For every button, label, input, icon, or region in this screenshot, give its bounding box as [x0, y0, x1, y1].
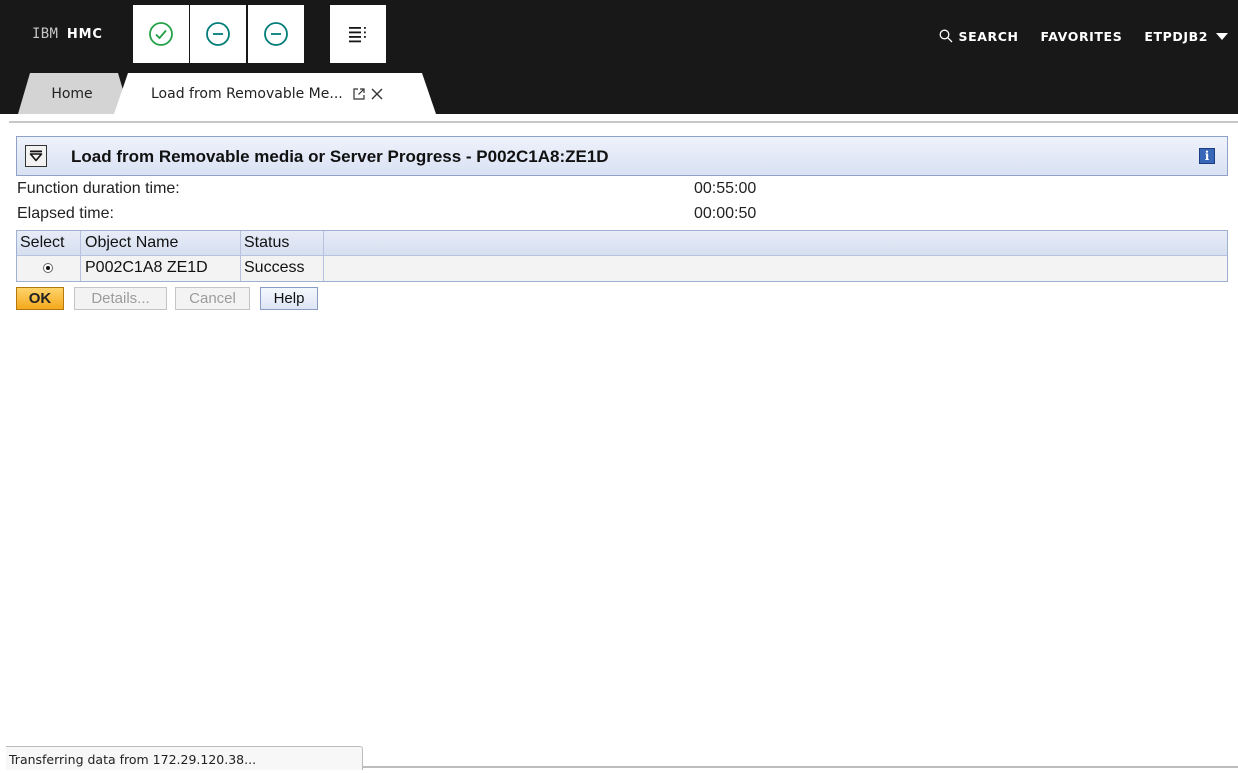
collapse-arrow-icon: [29, 150, 43, 162]
collapse-button[interactable]: [25, 145, 47, 167]
tab-home[interactable]: Home: [18, 73, 130, 114]
toolbar-ok-status-button[interactable]: [133, 5, 189, 63]
status-cell: Success: [241, 256, 324, 281]
content-divider: [9, 121, 1238, 123]
list-menu-icon: [349, 27, 366, 43]
brand-name: HMC: [66, 27, 103, 42]
details-button[interactable]: Details...: [74, 287, 167, 310]
table-row[interactable]: P002C1A8 ZE1D Success: [17, 256, 1227, 281]
elapsed-time-label: Elapsed time:: [17, 205, 114, 222]
check-circle-icon: [149, 22, 173, 46]
user-label: ETPDJB2: [1144, 28, 1208, 44]
header-nav: SEARCH FAVORITES ETPDJB2: [939, 26, 1238, 46]
open-in-new-window-icon[interactable]: [352, 87, 366, 101]
caret-down-icon: [1216, 32, 1228, 40]
function-duration-label: Function duration time:: [17, 180, 180, 197]
search-label: SEARCH: [958, 28, 1019, 44]
page-title: Load from Removable media or Server Prog…: [71, 147, 609, 166]
cancel-button[interactable]: Cancel: [175, 287, 250, 310]
tab-load-from-removable-media[interactable]: Load from Removable Me...: [114, 73, 436, 114]
row-radio-button[interactable]: [43, 263, 53, 273]
favorites-label: FAVORITES: [1040, 28, 1123, 44]
toolbar-minus-status-button[interactable]: [190, 5, 246, 63]
brand-prefix: IBM: [32, 26, 59, 42]
function-duration-value: 00:55:00: [694, 180, 757, 197]
ok-button[interactable]: OK: [16, 287, 64, 310]
toolbar-minus-status-button-2[interactable]: [248, 5, 304, 63]
table-header: Select Object Name Status: [17, 231, 1227, 256]
search-icon: [940, 29, 953, 43]
user-menu[interactable]: ETPDJB2: [1144, 29, 1228, 44]
tab-active-label: Load from Removable Me...: [151, 85, 343, 102]
column-header-object-name[interactable]: Object Name: [81, 231, 241, 256]
toolbar-tasks-button[interactable]: [330, 5, 386, 63]
column-header-select[interactable]: Select: [17, 231, 81, 256]
task-panel-header: Load from Removable media or Server Prog…: [16, 136, 1228, 176]
status-bar: Transferring data from 172.29.120.38...: [6, 746, 363, 770]
minus-circle-icon: [206, 22, 230, 46]
help-button[interactable]: Help: [260, 287, 318, 310]
info-icon[interactable]: i: [1199, 148, 1215, 164]
row-select-cell: [17, 256, 81, 281]
brand-logo[interactable]: IBM HMC: [32, 26, 103, 42]
favorites-link[interactable]: FAVORITES: [1041, 29, 1123, 44]
top-header: IBM HMC SEARCH FAVORITES ETPDJB2 Home Lo…: [0, 0, 1238, 114]
search-link[interactable]: SEARCH: [939, 29, 1018, 44]
object-name-cell: P002C1A8 ZE1D: [81, 256, 241, 281]
minus-circle-icon: [264, 22, 288, 46]
results-table: Select Object Name Status P002C1A8 ZE1D …: [16, 230, 1228, 282]
elapsed-time-value: 00:00:50: [694, 205, 757, 222]
tab-home-label: Home: [51, 85, 93, 102]
close-icon[interactable]: [370, 87, 384, 101]
column-header-status[interactable]: Status: [241, 231, 324, 256]
status-bar-divider: [363, 766, 1238, 768]
